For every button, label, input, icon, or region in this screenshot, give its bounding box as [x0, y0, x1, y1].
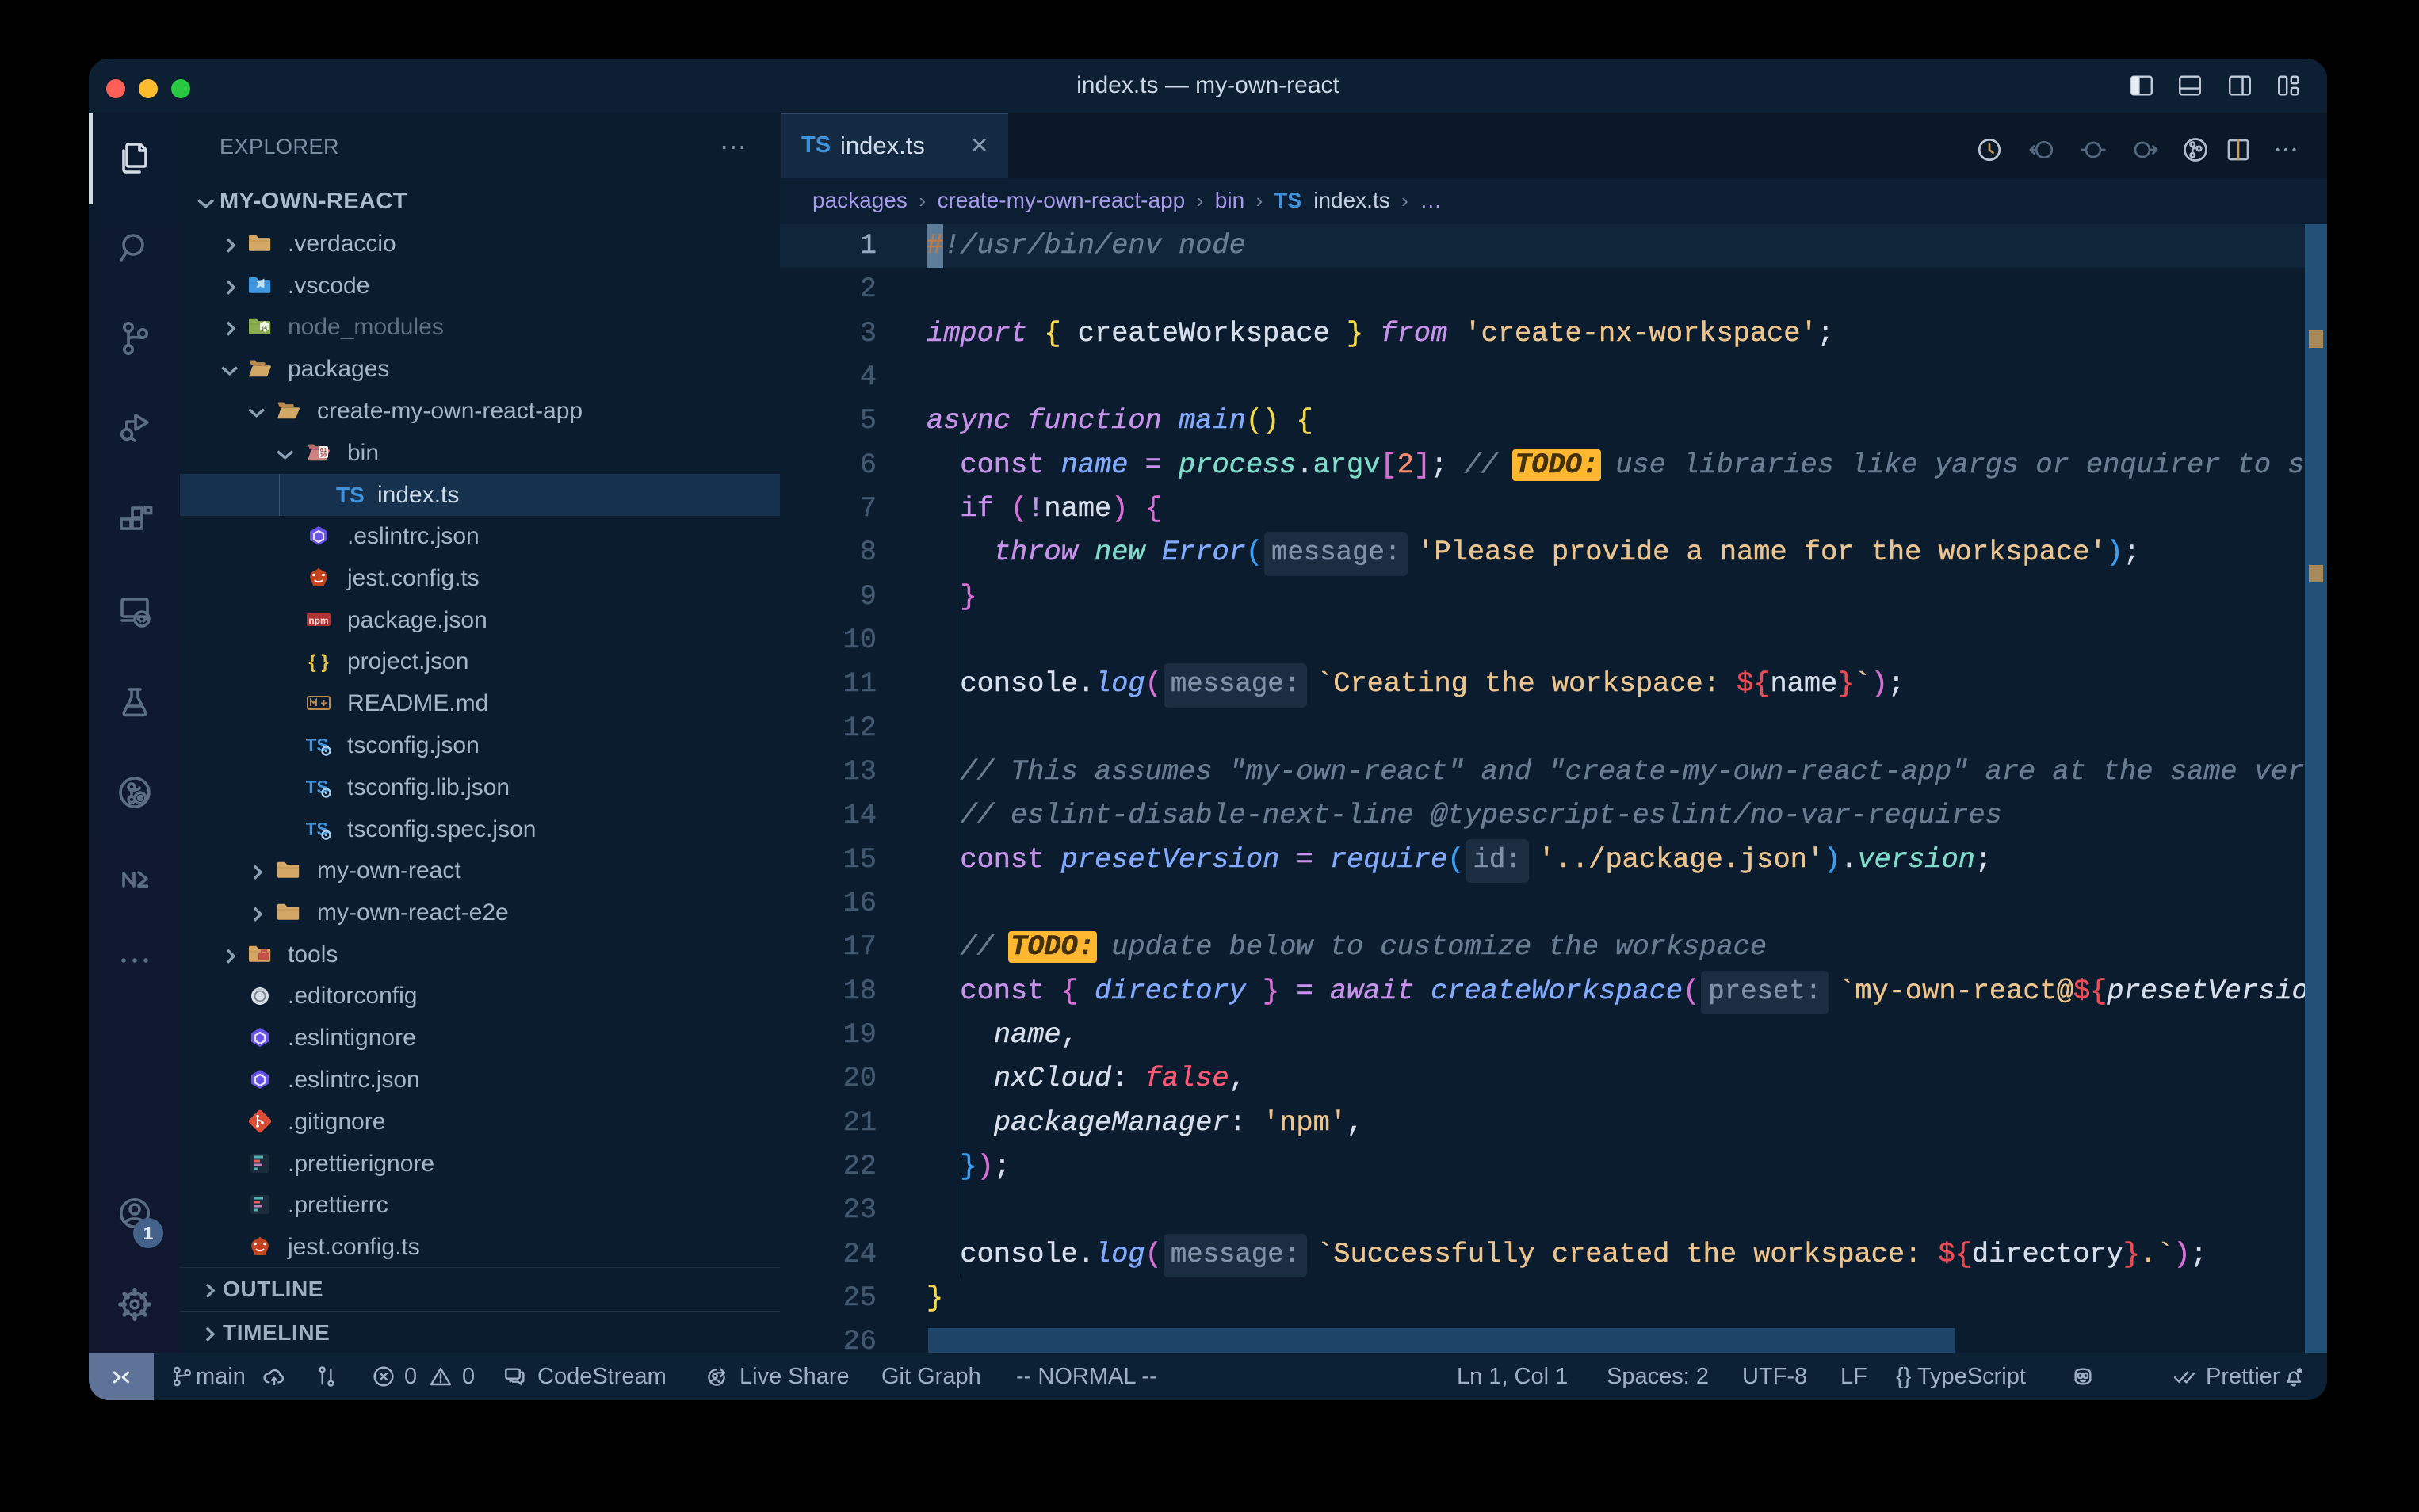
svg-text:{ }: { } — [308, 651, 328, 673]
svg-text:TS: TS — [306, 819, 329, 839]
svg-text:js: js — [262, 325, 268, 332]
svg-text:npm: npm — [308, 615, 328, 626]
svg-text:TS: TS — [306, 777, 329, 797]
svg-text:10: 10 — [320, 453, 327, 460]
svg-text:TS: TS — [306, 735, 329, 755]
